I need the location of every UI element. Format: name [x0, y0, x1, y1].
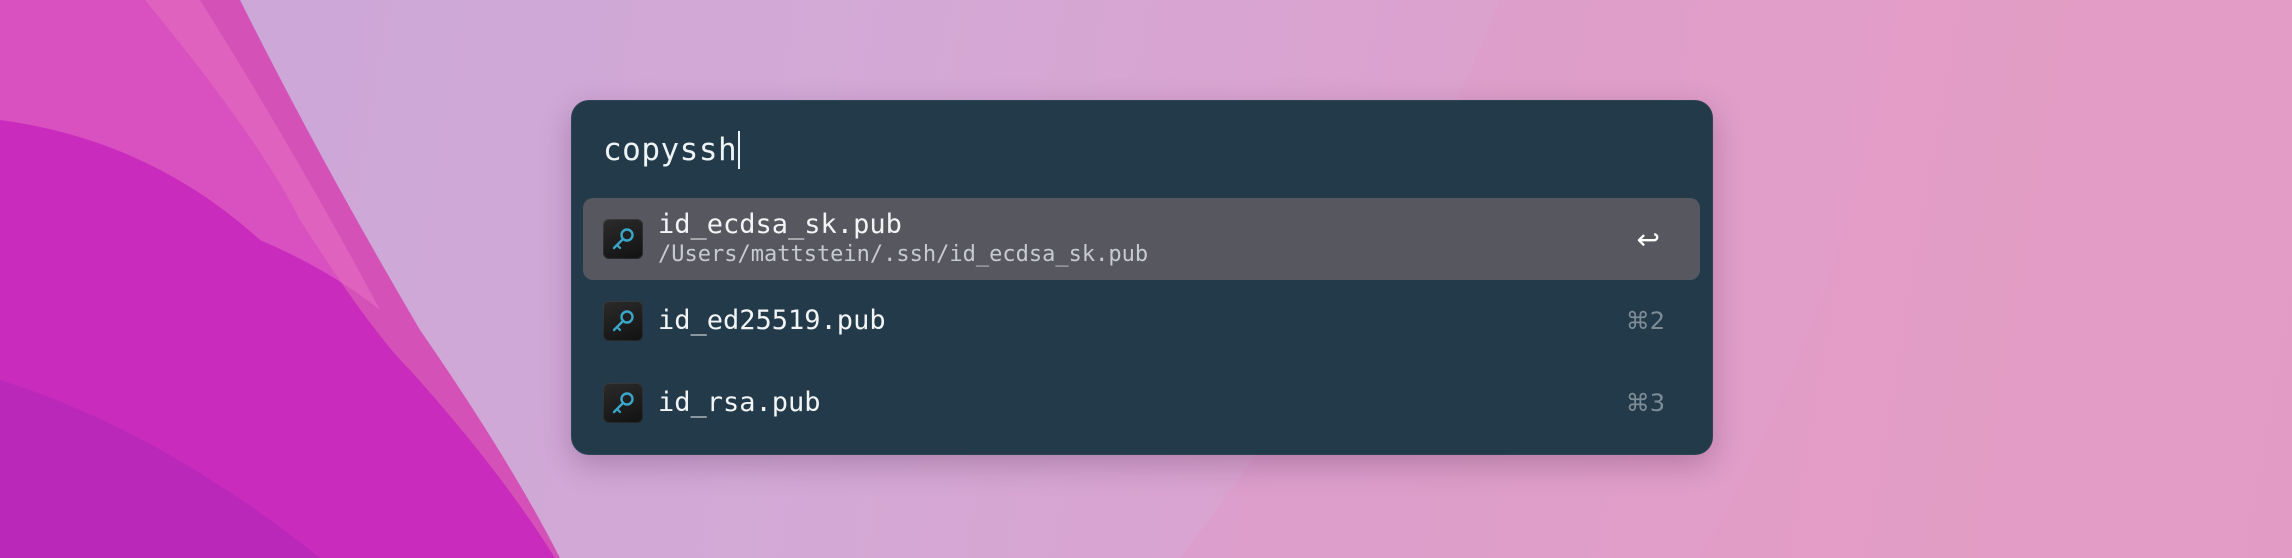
key-icon	[603, 219, 643, 259]
key-icon	[603, 301, 643, 341]
shortcut-hint: ⌘3	[1625, 389, 1665, 417]
launcher-window: copyssh id_ecdsa_sk.pub /Users/mattstein…	[571, 100, 1713, 455]
return-key-icon: ↩	[1636, 222, 1660, 256]
result-title: id_ecdsa_sk.pub	[658, 209, 902, 240]
shortcut-hint: ⌘2	[1625, 307, 1665, 335]
text-caret	[738, 131, 741, 169]
results-list: id_ecdsa_sk.pub /Users/mattstein/.ssh/id…	[583, 198, 1700, 444]
result-title: id_ed25519.pub	[658, 305, 886, 336]
result-item-id-ed25519[interactable]: id_ed25519.pub ⌘2	[583, 280, 1700, 362]
result-item-id-rsa[interactable]: id_rsa.pub ⌘3	[583, 362, 1700, 444]
search-field[interactable]: copyssh	[603, 126, 741, 174]
result-path: /Users/mattstein/.ssh/id_ecdsa_sk.pub	[658, 242, 1149, 267]
search-query[interactable]: copyssh	[603, 132, 737, 168]
result-title: id_rsa.pub	[658, 387, 821, 418]
result-item-id-ecdsa-sk[interactable]: id_ecdsa_sk.pub /Users/mattstein/.ssh/id…	[583, 198, 1700, 280]
key-icon	[603, 383, 643, 423]
